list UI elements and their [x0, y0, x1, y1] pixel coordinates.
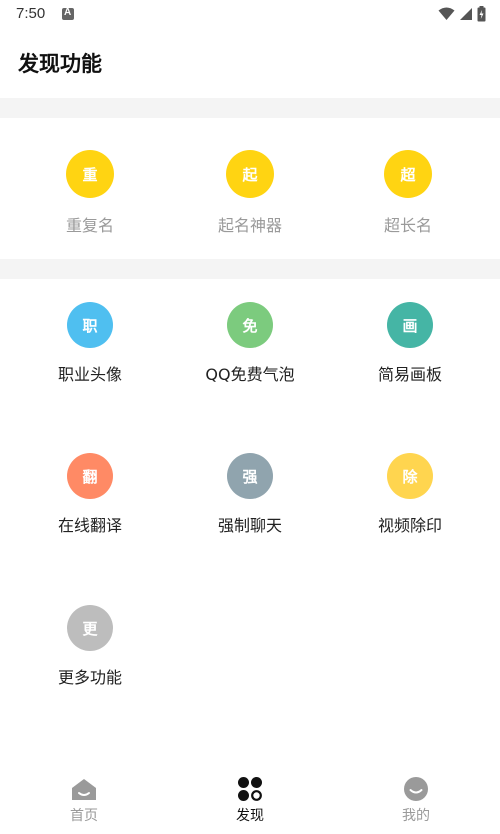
- feature-career-avatar[interactable]: 职 职业头像: [10, 302, 170, 386]
- feature-label: 强制聊天: [217, 516, 282, 535]
- tab-profile[interactable]: 我的: [376, 770, 456, 825]
- tool-icon-badge: 重: [66, 150, 114, 198]
- discover-grid-icon: [238, 777, 262, 801]
- feature-more[interactable]: 更 更多功能: [10, 605, 170, 689]
- tab-discover[interactable]: 发现: [210, 770, 290, 825]
- notification-icon: [62, 7, 74, 20]
- feature-label: 在线翻译: [57, 516, 122, 535]
- bottom-tab-bar: 首页 发现 我的: [0, 770, 500, 834]
- tab-home[interactable]: 首页: [44, 770, 124, 825]
- feature-icon-badge: 画: [387, 302, 433, 348]
- section-divider: [0, 98, 500, 118]
- home-icon: [72, 779, 96, 800]
- tab-label: 首页: [70, 808, 98, 824]
- tab-label: 我的: [402, 808, 430, 824]
- feature-label: 视频除印: [377, 516, 442, 535]
- status-right-icons: [438, 6, 486, 22]
- tool-label: 重复名: [65, 216, 114, 235]
- tool-name-generator[interactable]: 起 起名神器: [170, 150, 330, 240]
- tool-duplicate-name[interactable]: 重 重复名: [10, 150, 170, 240]
- tool-icon-badge: 起: [226, 150, 274, 198]
- feature-icon-badge: 除: [387, 453, 433, 499]
- feature-video-watermark[interactable]: 除 视频除印: [330, 453, 490, 537]
- feature-label: 简易画板: [377, 365, 442, 384]
- profile-smile-icon: [404, 777, 428, 801]
- status-time: 7:50: [16, 5, 46, 22]
- tool-label: 超长名: [383, 216, 432, 235]
- feature-icon-badge: 翻: [67, 453, 113, 499]
- feature-simple-drawing[interactable]: 画 简易画板: [330, 302, 490, 386]
- feature-icon-badge: 强: [227, 453, 273, 499]
- page-title: 发现功能: [18, 52, 102, 76]
- status-bar: 7:50: [0, 0, 500, 30]
- feature-icon-badge: 更: [67, 605, 113, 651]
- feature-label: 职业头像: [57, 365, 122, 384]
- feature-label: 更多功能: [57, 668, 122, 687]
- feature-label: QQ免费气泡: [205, 365, 295, 384]
- section-divider: [0, 259, 500, 279]
- signal-icon: [460, 8, 472, 20]
- feature-qq-bubble[interactable]: 免 QQ免费气泡: [170, 302, 330, 386]
- feature-force-chat[interactable]: 强 强制聊天: [170, 453, 330, 537]
- feature-icon-badge: 职: [67, 302, 113, 348]
- tool-icon-badge: 超: [384, 150, 432, 198]
- feature-online-translate[interactable]: 翻 在线翻译: [10, 453, 170, 537]
- battery-icon: [477, 6, 486, 22]
- tab-label: 发现: [236, 808, 264, 824]
- tool-long-name[interactable]: 超 超长名: [328, 150, 488, 240]
- tool-label: 起名神器: [217, 216, 282, 235]
- wifi-icon: [438, 7, 455, 20]
- feature-icon-badge: 免: [227, 302, 273, 348]
